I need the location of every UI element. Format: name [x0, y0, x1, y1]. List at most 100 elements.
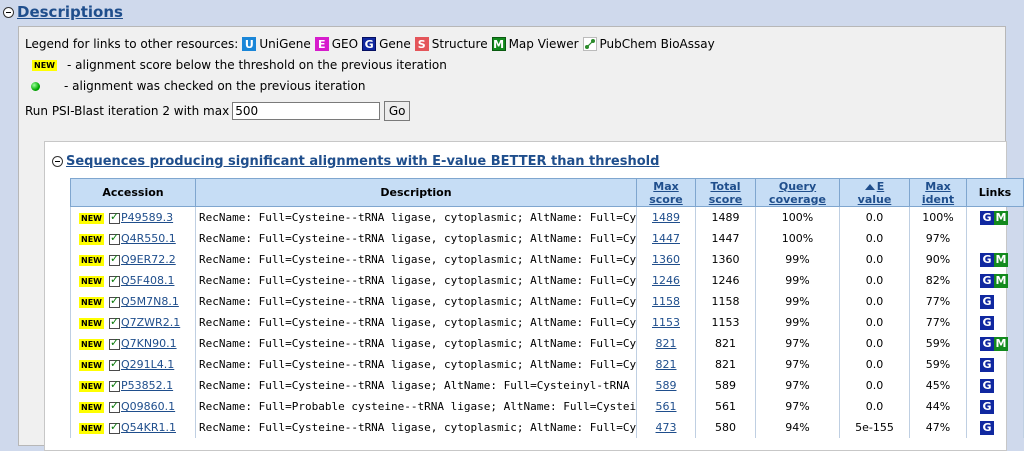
gene-link-icon[interactable]: G — [980, 294, 994, 309]
max-ident-cell: 45% — [909, 375, 967, 396]
header-ident-link-2[interactable]: ident — [922, 193, 954, 206]
map-viewer-link-icon[interactable]: M — [994, 336, 1008, 351]
evalue-cell: 0.0 — [839, 249, 910, 270]
accession-link[interactable]: Q4R550.1 — [121, 232, 176, 245]
accession-link[interactable]: Q09860.1 — [121, 400, 175, 413]
select-checkbox[interactable] — [108, 231, 120, 245]
checked-note-text: - alignment was checked on the previous … — [64, 79, 366, 93]
max-sequences-input[interactable] — [232, 102, 381, 120]
header-accession: Accession — [70, 178, 196, 207]
results-title-link[interactable]: Sequences producing significant alignmen… — [66, 154, 659, 169]
max-score-link[interactable]: 561 — [656, 400, 677, 413]
header-total-score-link-2[interactable]: score — [709, 193, 743, 206]
max-score-link[interactable]: 589 — [656, 379, 677, 392]
header-coverage-link-2[interactable]: coverage — [769, 193, 826, 206]
links-cell: G — [966, 396, 1024, 417]
max-score-link[interactable]: 1447 — [652, 232, 680, 245]
accession-cell: NEW P53852.1 — [70, 375, 196, 396]
descriptions-title-link[interactable]: Descriptions — [17, 3, 123, 21]
max-score-link[interactable]: 1246 — [652, 274, 680, 287]
max-score-cell: 821 — [636, 333, 696, 354]
description-cell: RecName: Full=Cysteine--tRNA ligase; Alt… — [195, 375, 637, 396]
accession-link[interactable]: Q7ZWR2.1 — [121, 316, 180, 329]
max-score-link[interactable]: 1153 — [652, 316, 680, 329]
legend-item-label: UniGene — [259, 37, 311, 51]
gene-link-icon[interactable]: G — [980, 378, 994, 393]
max-score-link[interactable]: 821 — [656, 358, 677, 371]
go-button[interactable]: Go — [384, 101, 411, 121]
gene-link-icon[interactable]: G — [980, 273, 994, 288]
map-viewer-link-icon[interactable]: M — [994, 252, 1008, 267]
links-cell: G — [966, 312, 1024, 333]
gene-link-icon[interactable]: G — [980, 336, 994, 351]
select-checkbox[interactable] — [108, 378, 120, 392]
collapse-results-icon[interactable] — [52, 155, 63, 167]
accession-link[interactable]: Q7KN90.1 — [121, 337, 177, 350]
new-badge-icon: NEW — [32, 59, 57, 71]
evalue-cell: 0.0 — [839, 375, 910, 396]
max-score-link[interactable]: 821 — [656, 337, 677, 350]
gene-link-icon[interactable]: G — [980, 252, 994, 267]
select-checkbox[interactable] — [108, 294, 120, 308]
gene-link-icon[interactable]: G — [980, 399, 994, 414]
query-coverage-cell: 99% — [755, 270, 840, 291]
max-ident-cell: 97% — [909, 228, 967, 249]
new-note-row: NEW - alignment score below the threshol… — [25, 57, 447, 73]
gene-link-icon[interactable]: G — [980, 210, 994, 225]
evalue-cell: 0.0 — [839, 312, 910, 333]
table-row: NEW Q09860.1 RecName: Full=Probable cystei… — [70, 396, 1024, 417]
map-viewer-link-icon[interactable]: M — [994, 273, 1008, 288]
table-row: NEW Q5F408.1 RecName: Full=Cysteine--tRNA … — [70, 270, 1024, 291]
select-checkbox[interactable] — [108, 210, 120, 224]
accession-link[interactable]: Q54KR1.1 — [121, 421, 176, 434]
evalue-cell: 0.0 — [839, 396, 910, 417]
header-evalue-link-1[interactable]: E — [877, 180, 885, 193]
header-max-score-link-2[interactable]: score — [649, 193, 683, 206]
accession-link[interactable]: Q9ER72.2 — [121, 253, 176, 266]
accession-link[interactable]: P49589.3 — [121, 211, 173, 224]
header-coverage-link-1[interactable]: Query — [779, 180, 816, 193]
gene-link-icon[interactable]: G — [980, 315, 994, 330]
select-checkbox[interactable] — [108, 357, 120, 371]
accession-link[interactable]: Q291L4.1 — [121, 358, 174, 371]
header-query-coverage[interactable]: Query coverage — [755, 178, 840, 207]
select-checkbox[interactable] — [108, 399, 120, 413]
header-total-score-link-1[interactable]: Total — [710, 180, 740, 193]
header-total-score[interactable]: Total score — [695, 178, 756, 207]
accession-link[interactable]: Q5M7N8.1 — [121, 295, 179, 308]
header-links: Links — [966, 178, 1024, 207]
legend-label: Legend for links to other resources: — [25, 37, 239, 51]
accession-cell: NEW Q291L4.1 — [70, 354, 196, 375]
max-score-link[interactable]: 1489 — [652, 211, 680, 224]
header-evalue[interactable]: Evalue — [839, 178, 910, 207]
table-row: NEW P53852.1 RecName: Full=Cysteine--tRNA … — [70, 375, 1024, 396]
max-score-link[interactable]: 1360 — [652, 253, 680, 266]
gene-link-icon[interactable]: G — [980, 420, 994, 435]
header-max-ident[interactable]: Max ident — [909, 178, 967, 207]
accession-link[interactable]: P53852.1 — [121, 379, 173, 392]
header-ident-link-1[interactable]: Max — [925, 180, 950, 193]
gene-link-icon[interactable]: G — [980, 357, 994, 372]
select-checkbox[interactable] — [108, 336, 120, 350]
map-viewer-link-icon[interactable]: M — [994, 210, 1008, 225]
max-score-cell: 1360 — [636, 249, 696, 270]
evalue-cell: 0.0 — [839, 291, 910, 312]
links-cell: GM — [966, 270, 1024, 291]
query-coverage-cell: 100% — [755, 228, 840, 249]
table-row: NEW Q9ER72.2 RecName: Full=Cysteine--tRNA … — [70, 249, 1024, 270]
header-max-score-link-1[interactable]: Max — [653, 180, 678, 193]
select-checkbox[interactable] — [108, 252, 120, 266]
total-score-cell: 1153 — [695, 312, 756, 333]
collapse-descriptions-icon[interactable] — [3, 6, 14, 18]
select-checkbox[interactable] — [108, 420, 120, 434]
max-score-link[interactable]: 473 — [656, 421, 677, 434]
accession-link[interactable]: Q5F408.1 — [121, 274, 174, 287]
legend-item-label: Structure — [431, 37, 488, 51]
links-cell: GM — [966, 206, 1024, 228]
select-checkbox[interactable] — [108, 273, 120, 287]
header-evalue-link-2[interactable]: value — [858, 193, 892, 206]
max-score-link[interactable]: 1158 — [652, 295, 680, 308]
sort-ascending-icon — [864, 183, 875, 190]
header-max-score[interactable]: Max score — [636, 178, 696, 207]
select-checkbox[interactable] — [108, 315, 120, 329]
